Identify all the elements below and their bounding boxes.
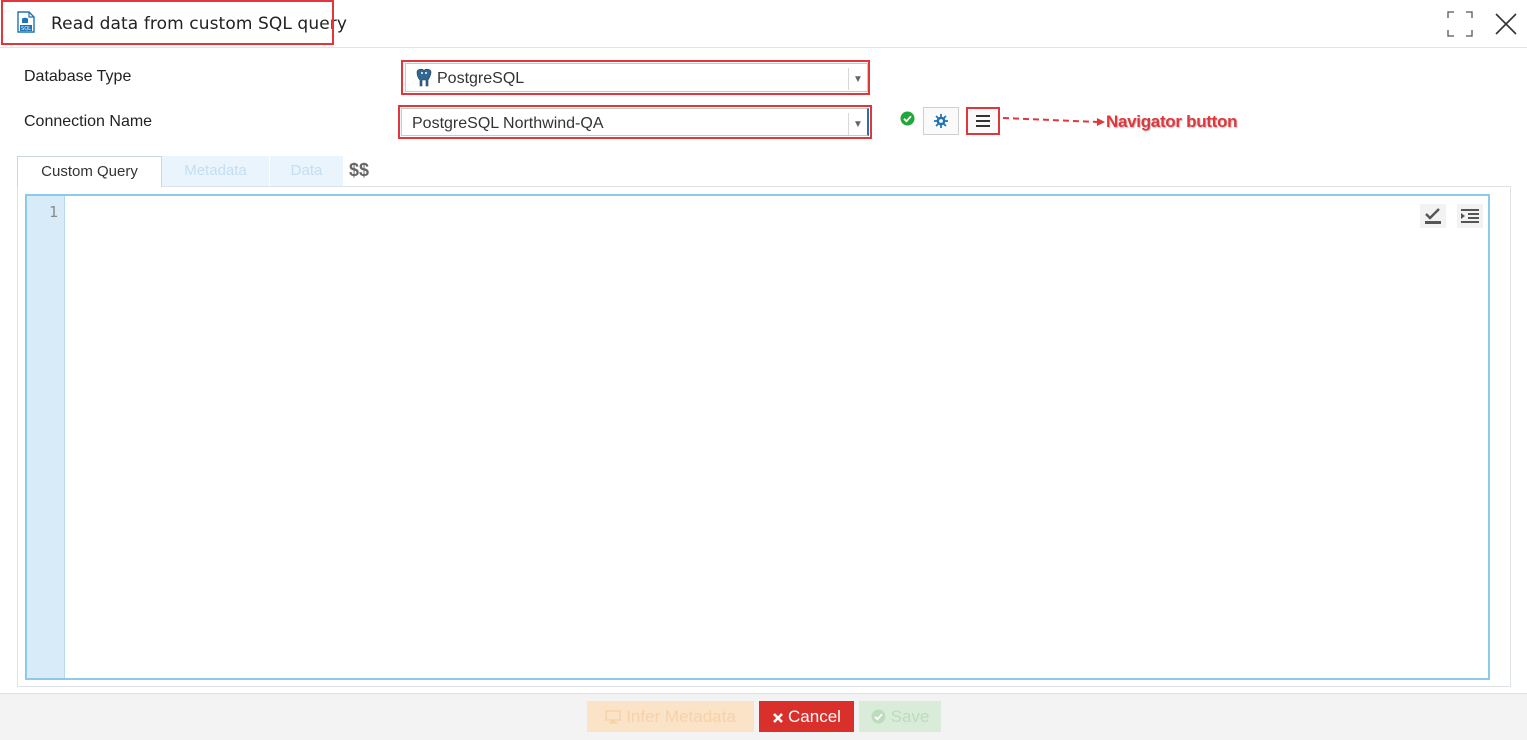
- close-icon[interactable]: [1493, 11, 1519, 37]
- validate-query-icon[interactable]: [1420, 204, 1446, 228]
- postgresql-elephant-icon: [416, 68, 432, 87]
- connection-settings-button[interactable]: [923, 107, 959, 135]
- sql-editor[interactable]: 1: [25, 194, 1490, 680]
- database-type-select[interactable]: PostgreSQL ▼: [405, 63, 868, 92]
- menu-icon: [976, 115, 990, 127]
- database-type-value: PostgreSQL: [437, 70, 525, 87]
- dialog-titlebar: SQL Read data from custom SQL query: [0, 0, 1527, 48]
- tab-metadata: Metadata: [162, 156, 269, 186]
- maximize-icon[interactable]: [1447, 11, 1473, 37]
- chevron-down-icon[interactable]: ▼: [848, 113, 867, 135]
- connection-name-label: Connection Name: [24, 113, 153, 130]
- cancel-label: Cancel: [788, 707, 841, 726]
- connection-name-value: PostgreSQL Northwind-QA: [412, 115, 604, 132]
- editor-gutter: 1: [27, 196, 65, 678]
- infer-metadata-button[interactable]: Infer Metadata: [587, 701, 754, 732]
- title-highlight-box: [1, 0, 334, 45]
- dialog-footer: Infer Metadata Cancel Save: [0, 693, 1527, 740]
- infer-metadata-label: Infer Metadata: [626, 707, 736, 726]
- database-type-label: Database Type: [24, 68, 132, 85]
- format-query-icon[interactable]: [1457, 204, 1483, 228]
- close-icon: [773, 713, 783, 723]
- tab-custom-query[interactable]: Custom Query: [17, 156, 162, 187]
- parameters-button[interactable]: $$: [349, 160, 369, 181]
- chevron-down-icon[interactable]: ▼: [848, 68, 867, 90]
- monitor-icon: [605, 710, 621, 724]
- connection-ok-icon: [900, 111, 915, 126]
- save-button: Save: [859, 701, 941, 732]
- gear-icon: [934, 114, 948, 128]
- check-circle-icon: [871, 709, 886, 724]
- connection-name-select[interactable]: PostgreSQL Northwind-QA ▼: [401, 108, 869, 136]
- save-label: Save: [890, 707, 930, 726]
- navigator-annotation-label: Navigator button: [1106, 112, 1238, 131]
- annotation-arrow: [1003, 117, 1105, 126]
- cancel-button[interactable]: Cancel: [759, 701, 854, 732]
- line-number: 1: [48, 203, 58, 221]
- tab-data: Data: [269, 156, 343, 186]
- navigator-button[interactable]: [966, 107, 1000, 135]
